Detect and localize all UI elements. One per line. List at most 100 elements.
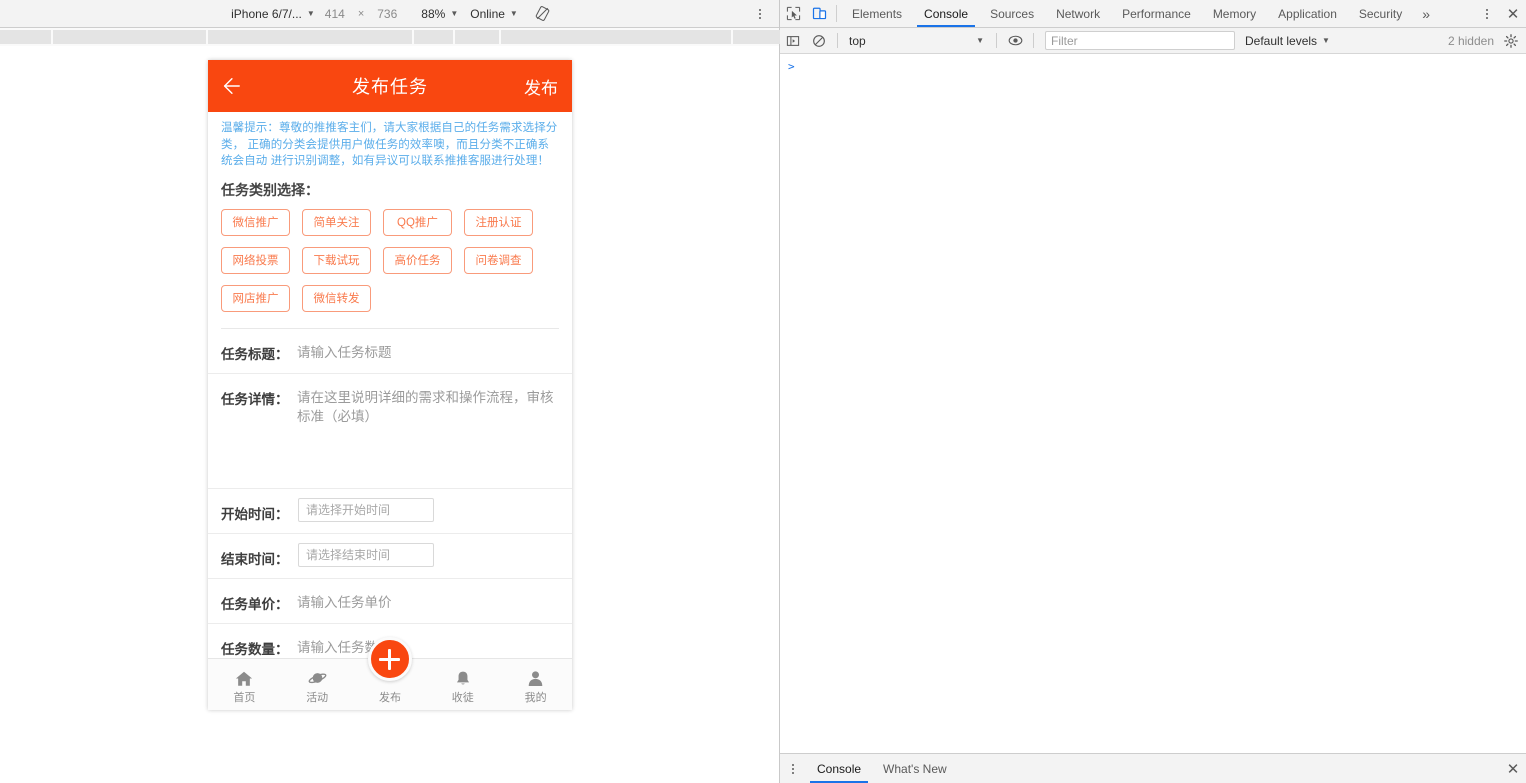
task-title-input[interactable]: 请输入任务标题 (295, 329, 392, 362)
planet-icon (308, 667, 327, 687)
tab-activity[interactable]: 活动 (281, 659, 354, 710)
console-filter-input[interactable]: Filter (1045, 31, 1235, 50)
app-root: iPhone 6/7/... ▼ 414 × 736 88% ▼ Online … (0, 0, 1526, 783)
more-vertical-icon (1486, 9, 1488, 19)
tab-home[interactable]: 首页 (208, 659, 281, 710)
drawer-menu-button[interactable] (780, 754, 806, 783)
tip-text: 温馨提示：尊敬的推推客主们，请大家根据自己的任务需求选择分类， 正确的分类会提供… (208, 112, 572, 174)
prompt-chevron-icon: > (788, 60, 795, 73)
plus-icon[interactable] (368, 637, 412, 681)
publish-button[interactable]: 发布 (524, 74, 558, 99)
throttling-label: Online (470, 7, 505, 21)
chevron-down-icon: ▼ (1322, 37, 1330, 45)
tab-network[interactable]: Network (1045, 0, 1111, 27)
category-chip[interactable]: 微信转发 (302, 285, 371, 312)
form-row-task-detail[interactable]: 任务详情： 请在这里说明详细的需求和操作流程，审核标准（必填） (208, 374, 572, 489)
clear-console-icon[interactable] (806, 34, 832, 48)
viewport-ruler (0, 28, 779, 46)
close-drawer-button[interactable]: ✕ (1500, 754, 1526, 783)
start-time-input[interactable]: 请选择开始时间 (298, 498, 434, 522)
tab-sources[interactable]: Sources (979, 0, 1045, 27)
tab-console[interactable]: Console (913, 0, 979, 27)
field-label: 结束时间： (221, 534, 295, 568)
bell-icon (455, 667, 471, 687)
tab-profile[interactable]: 我的 (499, 659, 572, 710)
device-select[interactable]: iPhone 6/7/... ▼ (225, 3, 321, 25)
device-height-input[interactable]: 736 (373, 7, 401, 21)
unit-price-input[interactable]: 请输入任务单价 (295, 579, 392, 612)
device-width-input[interactable]: 414 (321, 7, 349, 21)
dimension-separator: × (349, 8, 373, 20)
console-log-levels-select[interactable]: Default levels ▼ (1245, 34, 1330, 48)
app-header: 发布任务 发布 (208, 60, 572, 112)
devtools-drawer-tabbar: Console What's New ✕ (780, 753, 1526, 783)
devtools-tabbar: Elements Console Sources Network Perform… (780, 0, 1526, 28)
device-toolbar-menu-button[interactable] (751, 0, 769, 28)
device-toolbar-icon[interactable] (806, 0, 832, 27)
toolbar-divider (836, 5, 837, 22)
toolbar-divider (1033, 33, 1034, 48)
ruler-segment (733, 30, 780, 44)
chevron-down-icon: ▼ (450, 10, 458, 18)
home-icon (235, 667, 253, 687)
category-chip[interactable]: 注册认证 (464, 209, 533, 236)
drawer-tab-console[interactable]: Console (806, 754, 872, 783)
gear-icon[interactable] (1502, 34, 1526, 48)
tab-performance[interactable]: Performance (1111, 0, 1202, 27)
category-chip[interactable]: 网络投票 (221, 247, 290, 274)
console-message-area[interactable]: > (780, 54, 1526, 753)
inspect-cursor-icon[interactable] (780, 0, 806, 27)
category-chip[interactable]: 问卷调查 (464, 247, 533, 274)
category-chip[interactable]: 高价任务 (383, 247, 452, 274)
ruler-segment (53, 30, 206, 44)
device-toolbar: iPhone 6/7/... ▼ 414 × 736 88% ▼ Online … (0, 0, 779, 28)
drawer-tab-whats-new[interactable]: What's New (872, 754, 958, 783)
category-chip-grid: 微信推广 简单关注 QQ推广 注册认证 网络投票 下载试玩 高价任务 问卷调查 … (208, 200, 572, 320)
tab-label: 收徒 (452, 689, 474, 705)
chevron-down-icon: ▼ (976, 37, 984, 45)
more-vertical-icon (792, 764, 794, 774)
form-row-start-time[interactable]: 开始时间： 请选择开始时间 (208, 489, 572, 534)
field-label: 任务标题： (221, 329, 295, 363)
field-label: 开始时间： (221, 489, 295, 523)
tab-security[interactable]: Security (1348, 0, 1413, 27)
devtools-main-menu-button[interactable] (1474, 9, 1500, 19)
ruler-segment (0, 30, 51, 44)
form-row-unit-price[interactable]: 任务单价： 请输入任务单价 (208, 579, 572, 624)
more-tabs-button[interactable]: » (1413, 0, 1439, 27)
console-context-value: top (849, 34, 866, 48)
zoom-select[interactable]: 88% ▼ (415, 3, 464, 25)
console-prompt[interactable]: > (780, 57, 1526, 75)
category-chip[interactable]: 简单关注 (302, 209, 371, 236)
console-sidebar-icon[interactable] (780, 34, 806, 48)
tab-memory[interactable]: Memory (1202, 0, 1267, 27)
tab-apprentice[interactable]: 收徒 (426, 659, 499, 710)
category-chip[interactable]: 下载试玩 (302, 247, 371, 274)
throttling-select[interactable]: Online ▼ (464, 3, 524, 25)
task-detail-input[interactable]: 请在这里说明详细的需求和操作流程，审核标准（必填） (295, 374, 559, 426)
ruler-segment (208, 30, 412, 44)
close-devtools-button[interactable]: ✕ (1500, 5, 1526, 23)
ruler-segment (455, 30, 499, 44)
end-time-input[interactable]: 请选择结束时间 (298, 543, 434, 567)
console-toolbar: top ▼ Filter Default levels ▼ 2 hidden (780, 28, 1526, 54)
console-context-select[interactable]: top ▼ (843, 31, 991, 51)
category-chip[interactable]: 微信推广 (221, 209, 290, 236)
tab-elements[interactable]: Elements (841, 0, 913, 27)
rotate-icon[interactable] (532, 3, 554, 25)
live-expression-icon[interactable] (1002, 33, 1028, 48)
ruler-segment (414, 30, 453, 44)
zoom-label: 88% (421, 7, 445, 21)
form-row-end-time[interactable]: 结束时间： 请选择结束时间 (208, 534, 572, 579)
category-chip[interactable]: QQ推广 (383, 209, 452, 236)
category-chip[interactable]: 网店推广 (221, 285, 290, 312)
tab-publish[interactable]: 发布 (354, 659, 427, 710)
form-row-task-title[interactable]: 任务标题： 请输入任务标题 (208, 329, 572, 374)
page-title: 发布任务 (208, 73, 572, 99)
tab-application[interactable]: Application (1267, 0, 1348, 27)
toolbar-divider (996, 33, 997, 48)
phone-viewport: 发布任务 发布 温馨提示：尊敬的推推客主们，请大家根据自己的任务需求选择分类， … (208, 60, 572, 710)
devtools-panel: Elements Console Sources Network Perform… (780, 0, 1526, 783)
tab-label: 发布 (379, 689, 401, 705)
field-label: 任务数量： (221, 624, 295, 658)
